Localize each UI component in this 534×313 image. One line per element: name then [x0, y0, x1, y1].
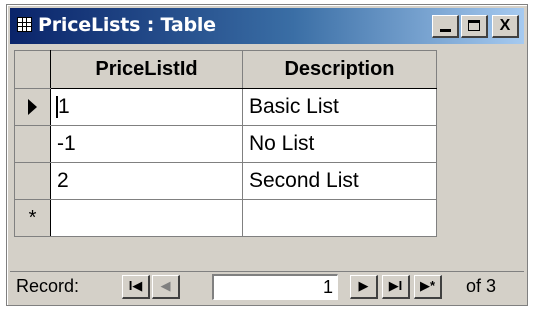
previous-record-button[interactable]: ◀ [152, 275, 180, 299]
close-icon: X [499, 17, 511, 34]
new-record-icon: ▶* [419, 278, 436, 293]
column-header-pricelistid[interactable]: PriceListId [50, 50, 243, 89]
minimize-icon [440, 29, 451, 32]
cell-description[interactable]: Basic List [242, 88, 437, 126]
maximize-button[interactable] [461, 15, 488, 38]
record-selector-current[interactable] [14, 88, 51, 126]
cell-description[interactable]: Second List [242, 162, 437, 200]
cell-pricelistid-new[interactable] [50, 199, 243, 237]
new-record-row: * [14, 199, 437, 237]
cell-pricelistid[interactable]: 2 [50, 162, 243, 200]
window-title: PriceLists : Table [38, 14, 216, 36]
last-record-button[interactable]: ▶I [382, 275, 410, 299]
datasheet-table: PriceListId Description 1 Basic List -1 … [14, 50, 437, 237]
table-icon [17, 17, 32, 32]
column-header-description[interactable]: Description [242, 50, 437, 89]
datasheet: PriceListId Description 1 Basic List -1 … [10, 47, 524, 265]
new-record-icon: * [28, 206, 37, 229]
select-all-corner[interactable] [14, 50, 51, 89]
cell-value: 1 [58, 95, 70, 118]
title-bar[interactable]: PriceLists : Table X [10, 8, 524, 44]
first-record-icon: I◀ [128, 278, 143, 293]
next-record-button[interactable]: ▶ [350, 275, 378, 299]
table-row: 2 Second List [14, 162, 437, 200]
header-row: PriceListId Description [14, 50, 437, 89]
close-button[interactable]: X [492, 15, 519, 38]
cell-pricelistid[interactable]: 1 [50, 88, 243, 126]
next-record-icon: ▶ [358, 278, 369, 293]
cell-pricelistid[interactable]: -1 [50, 125, 243, 163]
new-record-selector[interactable]: * [14, 199, 51, 237]
current-record-input[interactable]: 1 [212, 274, 338, 300]
cell-description[interactable]: No List [242, 125, 437, 163]
record-selector[interactable] [14, 125, 51, 163]
table-window: PriceLists : Table X PriceListId Descrip… [6, 4, 528, 306]
cell-description-new[interactable] [242, 199, 437, 237]
new-record-button[interactable]: ▶* [414, 275, 442, 299]
maximize-icon [468, 20, 480, 31]
record-selector[interactable] [14, 162, 51, 200]
record-label: Record: [16, 276, 80, 296]
record-count: of 3 [466, 276, 497, 296]
current-record-icon [28, 99, 37, 116]
last-record-icon: ▶I [388, 278, 403, 293]
previous-record-icon: ◀ [160, 278, 171, 293]
table-row: 1 Basic List [14, 88, 437, 126]
table-row: -1 No List [14, 125, 437, 163]
minimize-button[interactable] [432, 15, 459, 38]
first-record-button[interactable]: I◀ [122, 275, 150, 299]
record-navigation-bar: Record: I◀ ◀ 1 ▶ ▶I ▶* of 3 [10, 271, 524, 302]
